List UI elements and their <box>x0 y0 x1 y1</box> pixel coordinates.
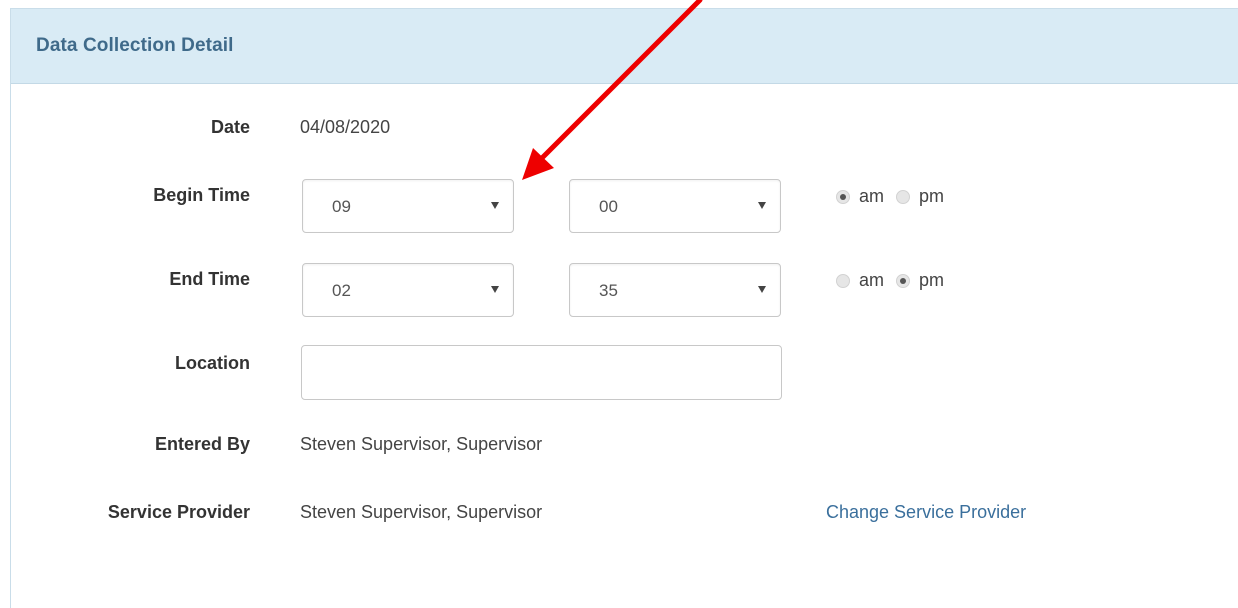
begin-pm-radio[interactable] <box>896 189 911 204</box>
end-ampm-group: am pm <box>836 270 956 291</box>
panel-header: Data Collection Detail <box>11 9 1238 84</box>
end-time-label: End Time <box>169 269 250 289</box>
begin-am-label: am <box>859 186 885 206</box>
chevron-down-icon <box>491 286 499 293</box>
chevron-down-icon <box>758 202 766 209</box>
chevron-down-icon <box>758 286 766 293</box>
end-pm-radio[interactable] <box>896 273 911 288</box>
begin-ampm-group: am pm <box>836 186 956 207</box>
begin-minute-select[interactable]: 00 <box>569 179 781 233</box>
location-input[interactable] <box>301 345 782 400</box>
begin-hour-value: 09 <box>332 197 351 216</box>
entered-by-value: Steven Supervisor, Supervisor <box>300 434 543 454</box>
end-hour-select[interactable]: 02 <box>302 263 514 317</box>
date-value: 04/08/2020 <box>300 117 391 137</box>
entered-by-label: Entered By <box>154 434 250 454</box>
service-provider-label: Service Provider <box>107 502 250 522</box>
service-provider-value: Steven Supervisor, Supervisor <box>300 502 543 522</box>
change-service-provider-link[interactable]: Change Service Provider <box>826 502 1026 523</box>
end-minute-select[interactable]: 35 <box>569 263 781 317</box>
location-label: Location <box>175 353 250 373</box>
end-hour-value: 02 <box>332 281 351 300</box>
date-label: Date <box>210 117 250 137</box>
end-am-label: am <box>859 270 885 290</box>
begin-am-radio[interactable] <box>836 189 850 204</box>
begin-time-label: Begin Time <box>153 185 250 205</box>
panel-title: Data Collection Detail <box>36 35 234 56</box>
end-am-radio[interactable] <box>836 273 850 288</box>
end-minute-value: 35 <box>599 281 618 300</box>
begin-hour-select[interactable]: 09 <box>302 179 514 233</box>
begin-pm-label: pm <box>919 186 945 206</box>
end-pm-label: pm <box>919 270 945 290</box>
chevron-down-icon <box>491 202 499 209</box>
begin-minute-value: 00 <box>599 197 618 216</box>
